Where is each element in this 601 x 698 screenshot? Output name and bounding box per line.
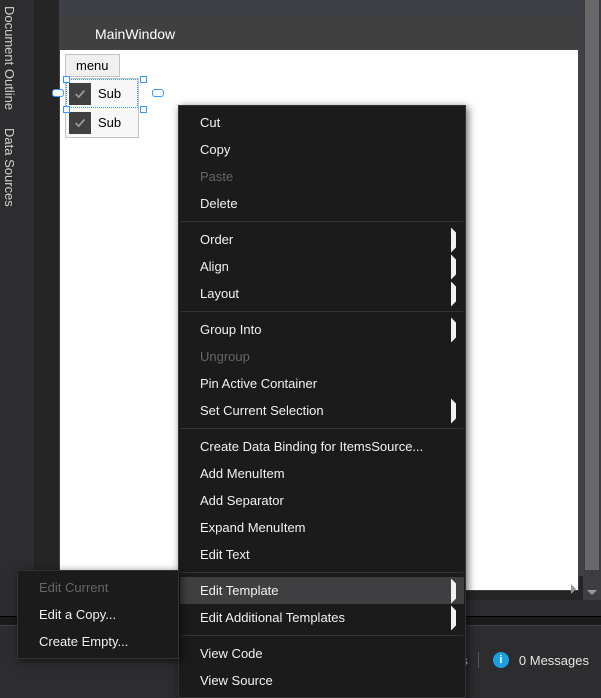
menu-sub-label: Sub bbox=[94, 86, 138, 101]
chevron-right-icon bbox=[451, 610, 456, 625]
scroll-thumb[interactable] bbox=[585, 0, 599, 570]
preview-window-title: MainWindow bbox=[60, 18, 578, 50]
chevron-right-icon bbox=[451, 232, 456, 247]
context-menu-item: Paste bbox=[180, 163, 464, 190]
context-menu-item[interactable]: Copy bbox=[180, 136, 464, 163]
sidebar-tab-data-sources[interactable]: Data Sources bbox=[0, 122, 19, 213]
context-menu-item[interactable]: View Source bbox=[180, 667, 464, 694]
menu-sub-label: Sub bbox=[94, 115, 138, 130]
context-menu-separator bbox=[181, 635, 463, 636]
context-menu-separator bbox=[181, 221, 463, 222]
context-menu-item: Edit Current bbox=[19, 574, 177, 601]
context-menu-item[interactable]: Create Data Binding for ItemsSource... bbox=[180, 433, 464, 460]
scroll-right-button[interactable] bbox=[565, 581, 581, 597]
context-menu-label: Cut bbox=[200, 115, 220, 130]
menu-dropdown: Sub Sub bbox=[65, 78, 139, 138]
context-menu-label: Edit Additional Templates bbox=[200, 610, 345, 625]
context-menu-label: Delete bbox=[200, 196, 238, 211]
context-menu-label: Edit Current bbox=[39, 580, 108, 595]
context-menu-item[interactable]: Edit Template bbox=[180, 577, 464, 604]
selection-handle[interactable] bbox=[63, 106, 70, 113]
selection-handle[interactable] bbox=[140, 106, 147, 113]
check-icon bbox=[69, 112, 91, 134]
context-menu-item[interactable]: Edit Additional Templates bbox=[180, 604, 464, 631]
context-menu-item[interactable]: Layout bbox=[180, 280, 464, 307]
context-menu-item[interactable]: Add MenuItem bbox=[180, 460, 464, 487]
vertical-scrollbar[interactable] bbox=[583, 0, 601, 600]
context-menu-label: View Code bbox=[200, 646, 263, 661]
chevron-right-icon bbox=[451, 286, 456, 301]
context-menu-item[interactable]: Pin Active Container bbox=[180, 370, 464, 397]
selection-handle[interactable] bbox=[140, 76, 147, 83]
chevron-right-icon bbox=[451, 259, 456, 274]
context-menu-label: Order bbox=[200, 232, 233, 247]
context-submenu: Edit Current Edit a Copy... Create Empty..… bbox=[17, 570, 179, 659]
context-menu-label: View Source bbox=[200, 673, 273, 688]
context-menu-item[interactable]: Set Current Selection bbox=[180, 397, 464, 424]
context-menu-item[interactable]: Create Empty... bbox=[19, 628, 177, 655]
messages-count[interactable]: 0 Messages bbox=[515, 653, 593, 668]
context-menu-item[interactable]: View Code bbox=[180, 640, 464, 667]
context-menu-item[interactable]: Align bbox=[180, 253, 464, 280]
context-menu-item[interactable]: Edit a Copy... bbox=[19, 601, 177, 628]
info-icon[interactable]: i bbox=[493, 652, 509, 668]
selection-link-icon[interactable] bbox=[152, 89, 164, 97]
menu-root-item[interactable]: menu bbox=[65, 54, 120, 77]
chevron-down-icon bbox=[587, 590, 597, 595]
menu-sub-item[interactable]: Sub bbox=[66, 79, 138, 108]
context-menu-item[interactable]: Group Into bbox=[180, 316, 464, 343]
context-menu-label: Create Data Binding for ItemsSource... bbox=[200, 439, 423, 454]
context-menu-label: Create Empty... bbox=[39, 634, 128, 649]
context-menu-label: Copy bbox=[200, 142, 230, 157]
context-menu-label: Paste bbox=[200, 169, 233, 184]
context-menu-label: Align bbox=[200, 259, 229, 274]
context-menu-label: Layout bbox=[200, 286, 239, 301]
context-menu-item: Ungroup bbox=[180, 343, 464, 370]
context-menu-item[interactable]: Order bbox=[180, 226, 464, 253]
context-menu-label: Pin Active Container bbox=[200, 376, 317, 391]
context-menu-item[interactable]: Cut bbox=[180, 109, 464, 136]
selection-link-icon[interactable] bbox=[52, 89, 64, 97]
selection-handle[interactable] bbox=[63, 76, 70, 83]
chevron-right-icon bbox=[571, 584, 576, 594]
context-menu-separator bbox=[181, 311, 463, 312]
chevron-right-icon bbox=[451, 403, 456, 418]
check-icon bbox=[69, 83, 91, 105]
context-menu-label: Edit Template bbox=[200, 583, 279, 598]
context-menu-item[interactable]: Expand MenuItem bbox=[180, 514, 464, 541]
context-menu-label: Expand MenuItem bbox=[200, 520, 306, 535]
context-menu-label: Group Into bbox=[200, 322, 261, 337]
context-menu-item[interactable]: Delete bbox=[180, 190, 464, 217]
scroll-down-button[interactable] bbox=[583, 584, 601, 600]
menu-sub-item[interactable]: Sub bbox=[66, 108, 138, 137]
chevron-right-icon bbox=[451, 583, 456, 598]
context-menu-item[interactable]: Add Separator bbox=[180, 487, 464, 514]
context-menu-label: Add MenuItem bbox=[200, 466, 285, 481]
chevron-right-icon bbox=[451, 322, 456, 337]
context-menu-label: Edit a Copy... bbox=[39, 607, 116, 622]
context-menu-label: Edit Text bbox=[200, 547, 250, 562]
context-menu-item[interactable]: Edit Text bbox=[180, 541, 464, 568]
context-menu: Cut Copy Paste Delete Order Align Layout Group … bbox=[178, 105, 466, 698]
context-menu-separator bbox=[181, 572, 463, 573]
context-menu-label: Set Current Selection bbox=[200, 403, 324, 418]
context-menu-label: Add Separator bbox=[200, 493, 284, 508]
context-menu-separator bbox=[181, 428, 463, 429]
sidebar-tab-document-outline[interactable]: Document Outline bbox=[0, 0, 19, 116]
context-menu-label: Ungroup bbox=[200, 349, 250, 364]
